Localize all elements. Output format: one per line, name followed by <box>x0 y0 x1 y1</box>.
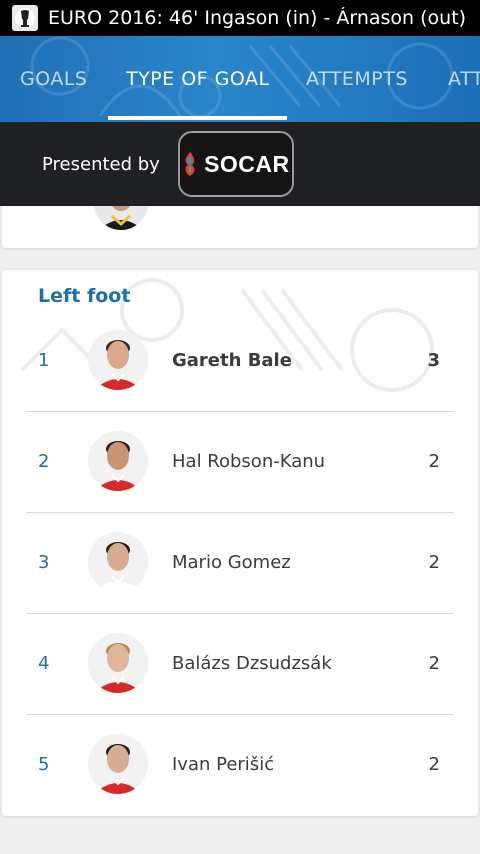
player-row[interactable]: 3 Mario Gomez 2 <box>2 512 478 613</box>
player-avatar <box>88 734 148 794</box>
goal-count: 2 <box>428 552 440 573</box>
player-row[interactable]: 4 Balázs Dzsudzsák 2 <box>2 613 478 714</box>
player-name: Gareth Bale <box>172 350 292 371</box>
tab-attempts[interactable]: ATTEMPTS <box>306 36 408 122</box>
player-rank: 4 <box>38 653 50 674</box>
player-name: Ivan Perišić <box>172 754 275 775</box>
tab-bar: GOALS TYPE OF GOAL ATTEMPTS ATT <box>0 36 480 122</box>
player-name: Mario Gomez <box>172 552 291 573</box>
sponsor-logo[interactable]: SOCAR <box>177 131 294 197</box>
previous-section-card <box>2 206 478 248</box>
player-rank: 1 <box>38 350 50 371</box>
player-name: Hal Robson-Kanu <box>172 451 326 472</box>
player-row[interactable]: 1 Gareth Bale 3 <box>2 310 478 411</box>
player-avatar <box>88 330 148 390</box>
goal-count: 2 <box>428 451 440 472</box>
section-title: Left foot <box>38 285 131 307</box>
goal-count: 2 <box>428 653 440 674</box>
player-row[interactable]: 2 Hal Robson-Kanu 2 <box>2 411 478 512</box>
player-name: Balázs Dzsudzsák <box>172 653 332 674</box>
player-avatar <box>94 206 148 230</box>
player-rank: 3 <box>38 552 50 573</box>
sponsor-logo-text: SOCAR <box>204 150 290 177</box>
flame-icon <box>185 152 195 176</box>
goal-count: 3 <box>427 350 440 371</box>
tab-att[interactable]: ATT <box>448 36 480 122</box>
left-foot-card: Left foot 1 Gareth Bale 3 2 Hal Robson-Kanu 2… <box>2 270 478 816</box>
player-row[interactable]: 5 Ivan Perišić 2 <box>2 714 478 815</box>
notification-text: EURO 2016: 46' Ingason (in) - Árnason (o… <box>48 7 467 29</box>
tab-type-of-goal[interactable]: TYPE OF GOAL <box>126 36 270 122</box>
sponsor-bar: Presented by SOCAR <box>0 122 480 206</box>
status-bar: EURO 2016: 46' Ingason (in) - Árnason (o… <box>0 0 480 36</box>
player-avatar <box>88 532 148 592</box>
player-rank: 2 <box>38 451 50 472</box>
presented-by-label: Presented by <box>42 153 160 175</box>
tab-goals[interactable]: GOALS <box>20 36 88 122</box>
player-avatar <box>88 431 148 491</box>
active-tab-indicator <box>108 116 287 120</box>
player-avatar <box>88 633 148 693</box>
euro-trophy-icon <box>12 5 38 31</box>
player-rank: 5 <box>38 754 50 775</box>
goal-count: 2 <box>428 754 440 775</box>
